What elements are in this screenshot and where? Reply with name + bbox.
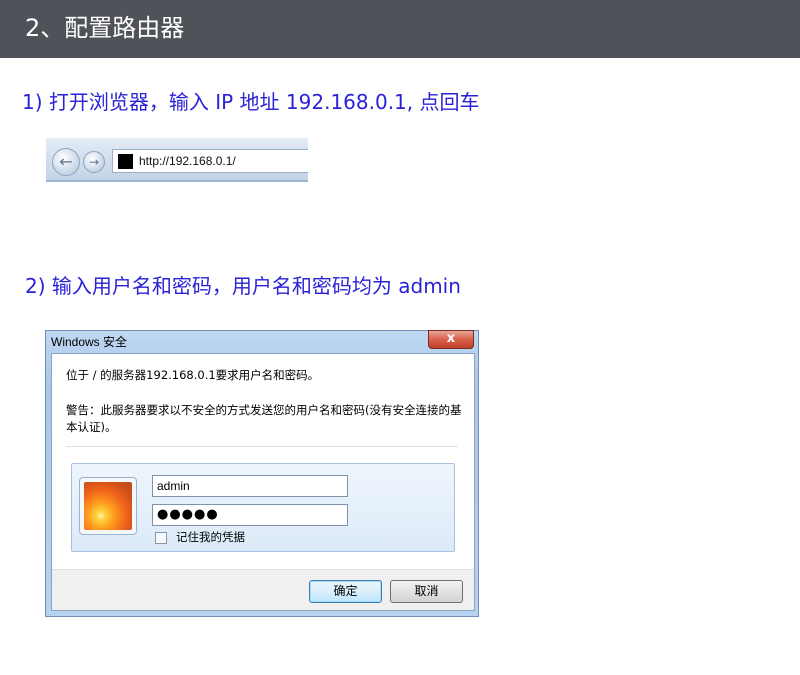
divider	[66, 446, 458, 447]
password-field[interactable]: ●●●●●	[152, 504, 348, 526]
dialog-body: 位于 / 的服务器192.168.0.1要求用户名和密码。 警告：此服务器要求以…	[51, 353, 475, 611]
windows-security-dialog: Windows 安全 x 位于 / 的服务器192.168.0.1要求用户名和密…	[45, 330, 479, 617]
address-input[interactable]: http://192.168.0.1/	[112, 149, 308, 173]
security-warning: 警告：此服务器要求以不安全的方式发送您的用户名和密码(没有安全连接的基本认证)。	[66, 403, 462, 434]
server-message: 位于 / 的服务器192.168.0.1要求用户名和密码。	[66, 368, 320, 382]
ok-button[interactable]: 确定	[309, 580, 382, 603]
back-button[interactable]: ←	[52, 148, 80, 176]
dialog-title: Windows 安全	[51, 335, 128, 349]
remember-checkbox[interactable]	[155, 532, 167, 544]
header-bar: 2、配置路由器	[0, 0, 800, 58]
dialog-footer: 确定 取消	[52, 569, 474, 610]
username-field[interactable]: admin	[152, 475, 348, 497]
step-2-instruction: 2) 输入用户名和密码，用户名和密码均为 admin	[25, 274, 461, 298]
address-text: http://192.168.0.1/	[139, 154, 236, 168]
remember-label: 记住我的凭据	[176, 530, 245, 544]
forward-button[interactable]: →	[83, 151, 105, 173]
flower-avatar-icon	[84, 482, 132, 530]
cancel-button[interactable]: 取消	[390, 580, 463, 603]
close-button[interactable]: x	[428, 330, 474, 349]
browser-address-bar: ← → http://192.168.0.1/	[46, 138, 308, 182]
page-title: 2、配置路由器	[25, 14, 185, 42]
step-1-instruction: 1) 打开浏览器，输入 IP 地址 192.168.0.1, 点回车	[22, 90, 480, 114]
page-icon	[118, 154, 133, 169]
user-avatar	[79, 477, 137, 535]
credential-panel: admin ●●●●● 记住我的凭据	[71, 463, 455, 552]
